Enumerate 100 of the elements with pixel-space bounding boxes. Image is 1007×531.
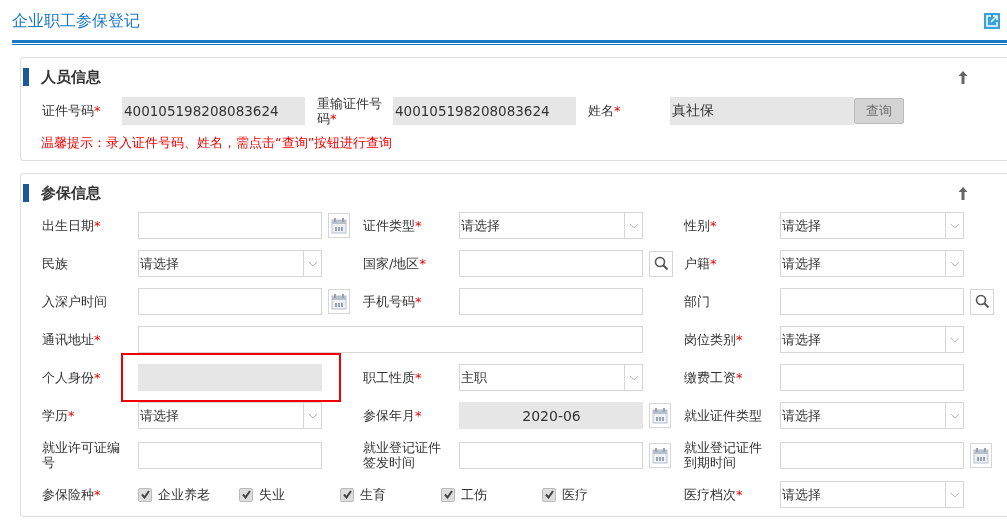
field-label: 证件类型* — [363, 218, 422, 233]
required-mark: * — [415, 218, 422, 233]
calendar-icon — [973, 446, 989, 464]
required-mark: * — [415, 370, 422, 385]
checkbox[interactable] — [239, 487, 253, 502]
input-field[interactable] — [459, 441, 643, 469]
input-field[interactable] — [138, 326, 643, 353]
required-mark: * — [94, 370, 101, 385]
select-field[interactable]: 主职 — [459, 364, 643, 391]
select-field[interactable]: 请选择 — [780, 481, 964, 508]
required-mark: * — [330, 111, 337, 126]
input-field[interactable] — [138, 441, 322, 469]
calendar-button[interactable] — [649, 403, 671, 428]
required-mark: * — [419, 256, 426, 271]
field-label: 入深户时间 — [42, 294, 107, 309]
field-label: 通讯地址* — [42, 332, 101, 347]
select-field[interactable]: 请选择 — [780, 402, 964, 429]
collapse-arrow-icon[interactable] — [957, 185, 969, 201]
readonly-field[interactable]: 2020-06 — [459, 402, 643, 429]
select-field[interactable]: 请选择 — [780, 326, 964, 353]
field-label: 姓名* — [588, 103, 621, 118]
field-label: 户籍* — [684, 256, 717, 271]
field-label: 重输证件号码* — [317, 96, 382, 126]
field-label: 部门 — [684, 294, 710, 309]
required-mark: * — [68, 408, 75, 423]
check-icon — [544, 490, 554, 499]
chevron-down-icon — [949, 336, 960, 343]
search-button[interactable] — [649, 250, 673, 277]
field-label: 医疗档次* — [684, 487, 743, 502]
chevron-down-icon — [307, 260, 318, 267]
calendar-button[interactable] — [328, 213, 350, 238]
search-icon — [653, 256, 669, 271]
input-field[interactable] — [459, 250, 643, 277]
select-field[interactable]: 请选择 — [780, 212, 964, 239]
field-label: 民族 — [42, 256, 68, 271]
field-label: 就业登记证件到期时间 — [684, 440, 762, 470]
check-icon — [140, 490, 150, 499]
checkbox[interactable] — [441, 487, 455, 502]
field-label: 学历* — [42, 408, 75, 423]
calendar-icon — [652, 407, 668, 424]
field-label: 缴费工资* — [684, 370, 743, 385]
required-mark: * — [94, 332, 101, 347]
check-icon — [443, 490, 453, 499]
field-label: 就业登记证件签发时间 — [363, 440, 441, 470]
readonly-field[interactable]: 真社保 — [670, 97, 854, 125]
required-mark: * — [94, 487, 101, 502]
checkbox[interactable] — [340, 487, 354, 502]
section-title: 人员信息 — [23, 68, 101, 86]
chevron-down-icon — [949, 222, 960, 229]
input-field[interactable] — [780, 288, 964, 315]
readonly-field[interactable] — [138, 364, 322, 391]
readonly-field[interactable]: 400105198208083624 — [122, 97, 305, 125]
select-field[interactable]: 请选择 — [138, 402, 322, 429]
readonly-field[interactable]: 400105198208083624 — [393, 97, 576, 125]
required-mark: * — [736, 332, 743, 347]
chevron-down-icon — [307, 412, 318, 419]
check-icon — [342, 490, 352, 499]
checkbox[interactable] — [542, 487, 556, 502]
field-label: 就业许可证编号 — [42, 440, 120, 470]
required-mark: * — [415, 408, 422, 423]
required-mark: * — [710, 256, 717, 271]
checkbox-label[interactable]: 医疗 — [562, 485, 588, 504]
checkbox-label[interactable]: 失业 — [259, 485, 285, 504]
field-label: 参保年月* — [363, 408, 422, 423]
input-field[interactable] — [780, 364, 964, 391]
required-mark: * — [736, 487, 743, 502]
external-link-icon[interactable] — [984, 13, 1000, 29]
field-label: 证件号码* — [42, 103, 101, 118]
input-field[interactable] — [459, 288, 643, 315]
input-field[interactable] — [780, 441, 964, 469]
checkbox[interactable] — [138, 487, 152, 502]
calendar-icon — [331, 217, 347, 234]
collapse-arrow-icon[interactable] — [957, 69, 969, 85]
input-field[interactable] — [138, 288, 322, 315]
select-field[interactable]: 请选择 — [780, 250, 964, 277]
chevron-down-icon — [949, 412, 960, 419]
calendar-button[interactable] — [328, 289, 350, 314]
checkbox-label[interactable]: 企业养老 — [158, 485, 210, 504]
required-mark: * — [736, 370, 743, 385]
field-label: 性别* — [684, 218, 717, 233]
calendar-button[interactable] — [970, 442, 992, 468]
required-mark: * — [415, 294, 422, 309]
calendar-button[interactable] — [649, 442, 671, 468]
chevron-down-icon — [628, 222, 639, 229]
search-button[interactable] — [970, 288, 994, 315]
select-field[interactable]: 请选择 — [459, 212, 643, 239]
input-field[interactable] — [138, 212, 322, 239]
calendar-icon — [331, 293, 347, 310]
chevron-down-icon — [949, 260, 960, 267]
checkbox-label[interactable]: 生育 — [360, 485, 386, 504]
field-label: 个人身份* — [42, 370, 101, 385]
select-field[interactable]: 请选择 — [138, 250, 322, 277]
required-mark: * — [710, 218, 717, 233]
required-mark: * — [614, 103, 621, 118]
checkbox-label[interactable]: 工伤 — [461, 485, 487, 504]
field-label: 出生日期* — [42, 218, 101, 233]
chevron-down-icon — [628, 374, 639, 381]
hint-text: 温馨提示：录入证件号码、姓名，需点击“查询”按钮进行查询 — [40, 134, 394, 152]
calendar-icon — [652, 446, 668, 464]
field-label: 参保险种* — [42, 487, 101, 502]
